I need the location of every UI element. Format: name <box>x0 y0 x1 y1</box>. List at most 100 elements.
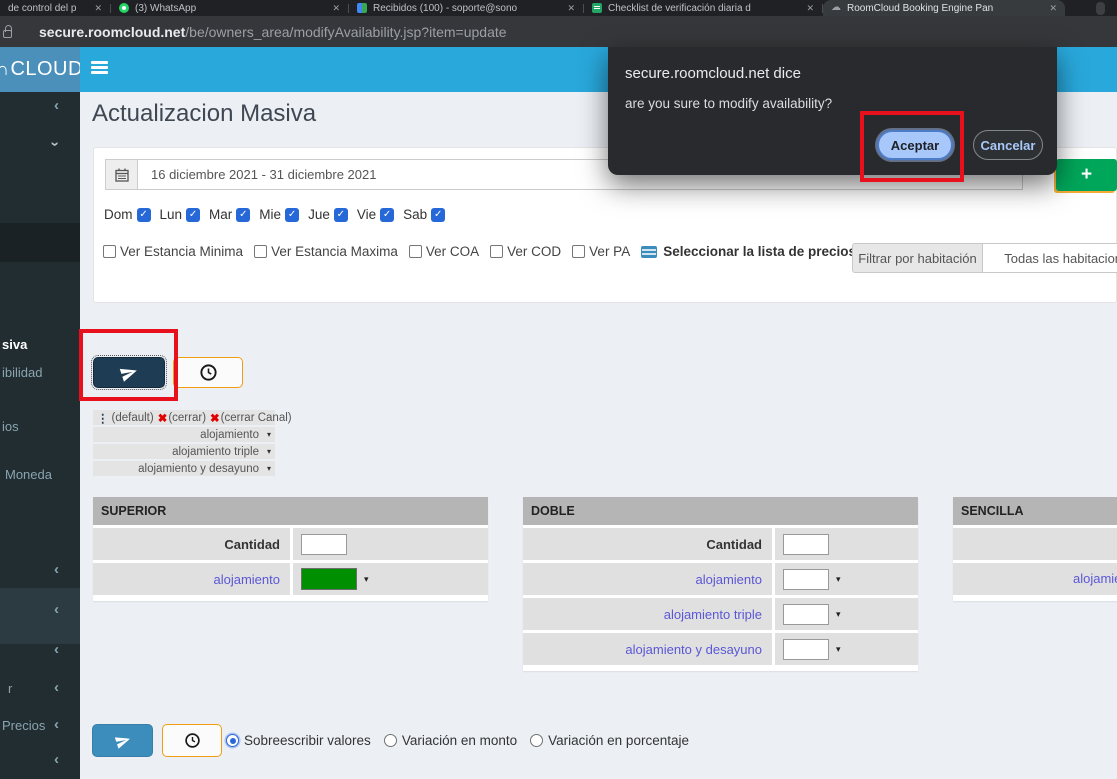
day-checkbox[interactable]: ✓ <box>236 208 250 222</box>
rate-link[interactable]: alojamiento <box>214 572 281 587</box>
browser-url-bar[interactable]: secure.roomcloud.net/be/owners_area/modi… <box>0 16 1117 47</box>
all-rooms-dropdown[interactable]: Todas las habitaciones <box>983 243 1117 273</box>
logo-text: CLOUD <box>10 58 80 81</box>
quantity-input[interactable] <box>783 534 829 555</box>
chevron-left-icon[interactable]: ‹ <box>54 753 59 767</box>
day-checkbox[interactable]: ✓ <box>186 208 200 222</box>
tab-panel-control[interactable]: de control del p ✕ <box>0 0 110 16</box>
option-checkbox[interactable] <box>103 245 116 258</box>
caret-down-icon: ▾ <box>267 430 271 439</box>
url-path: /be/owners_area/modifyAvailability.jsp?i… <box>185 24 506 40</box>
filter-by-room-button[interactable]: Filtrar por habitación <box>852 243 983 273</box>
chevron-left-icon[interactable]: ‹ <box>54 643 59 657</box>
day-label: Dom <box>104 207 133 222</box>
sidebar-submenu-block[interactable] <box>0 588 80 644</box>
quantity-label: Cantidad <box>706 537 762 552</box>
availability-select-green[interactable] <box>301 568 357 590</box>
availability-select[interactable] <box>783 604 829 625</box>
day-checkbox[interactable]: ✓ <box>285 208 299 222</box>
spreadsheet-icon <box>592 3 602 13</box>
rate-link[interactable]: alojamiento y desayuno <box>625 642 762 657</box>
option-checkbox[interactable] <box>409 245 422 258</box>
channel-header-row[interactable]: ⋮ (default) ✖ (cerrar) ✖ (cerrar Canal) <box>93 410 275 425</box>
radio-variation-percent[interactable] <box>530 734 543 747</box>
sidebar-item-r[interactable]: r <box>8 681 12 696</box>
calendar-icon[interactable] <box>105 159 138 190</box>
rate-dropdown-alojamiento[interactable]: alojamiento ▾ <box>93 427 275 442</box>
day-label: Mie <box>259 207 281 222</box>
close-red-x-icon[interactable]: ✖ <box>158 411 168 425</box>
dialog-cancel-button[interactable]: Cancelar <box>973 130 1043 160</box>
caret-down-icon: ▾ <box>364 574 369 585</box>
day-checkbox[interactable]: ✓ <box>137 208 151 222</box>
option-label: Ver COD <box>507 244 561 259</box>
chevron-left-icon[interactable]: ‹ <box>54 99 59 113</box>
rate-link[interactable]: alojamiento triple <box>664 607 762 622</box>
hamburger-menu-icon[interactable] <box>91 61 108 74</box>
sidebar-item-disponibilidad[interactable]: ibilidad <box>2 365 42 380</box>
sidebar-item-actualizacion-masiva[interactable]: siva <box>2 337 27 352</box>
channel-selector: ⋮ (default) ✖ (cerrar) ✖ (cerrar Canal) … <box>93 410 275 478</box>
radio-variation-amount[interactable] <box>384 734 397 747</box>
chevron-left-icon[interactable]: ‹ <box>54 563 59 577</box>
option-label: Ver PA <box>589 244 630 259</box>
value-mode-radio-group: Sobreescribir valores Variación en monto… <box>226 724 702 757</box>
day-checkbox[interactable]: ✓ <box>380 208 394 222</box>
tab-close-icon[interactable]: ✕ <box>1049 3 1057 14</box>
day-checkbox[interactable]: ✓ <box>334 208 348 222</box>
chevron-left-icon[interactable]: ‹ <box>54 718 59 732</box>
chevron-left-icon[interactable]: ‹ <box>54 681 59 695</box>
option-checkbox[interactable] <box>490 245 503 258</box>
close-channel-red-x-icon[interactable]: ✖ <box>210 411 220 425</box>
new-tab-button[interactable] <box>1096 2 1105 15</box>
rate-dropdown-alojamiento-desayuno[interactable]: alojamiento y desayuno ▾ <box>93 461 275 476</box>
availability-select[interactable] <box>783 639 829 660</box>
rate-link[interactable]: alojamiento <box>696 572 763 587</box>
url-text: secure.roomcloud.net/be/owners_area/modi… <box>39 24 507 40</box>
chevron-left-icon[interactable]: ‹ <box>54 603 59 617</box>
screen: de control del p ✕ (3) WhatsApp ✕ Recibi… <box>0 0 1117 779</box>
browser-tab-strip: de control del p ✕ (3) WhatsApp ✕ Recibi… <box>0 0 1117 16</box>
rate-row: alojamiento ▾ <box>523 563 918 595</box>
tab-close-icon[interactable]: ✕ <box>332 3 340 14</box>
room-panel-header: SENCILLA <box>953 497 1117 525</box>
sidebar-item-precios2[interactable]: Precios <box>2 718 45 733</box>
quantity-row: Cantidad <box>523 528 918 560</box>
tab-roomcloud-active[interactable]: ☁ RoomCloud Booking Engine Pan ✕ <box>823 0 1065 16</box>
sidebar-active-section[interactable] <box>0 223 80 262</box>
day-label: Mar <box>209 207 232 222</box>
rate-dropdown-alojamiento-triple[interactable]: alojamiento triple ▾ <box>93 444 275 459</box>
sidebar: ‹ ‹ siva ibilidad ios Moneda ‹ ‹ ‹ r ‹ P… <box>0 92 80 779</box>
schedule-clock-button[interactable] <box>162 724 222 757</box>
radio-overwrite[interactable] <box>226 734 239 747</box>
tab-checklist[interactable]: Checklist de verificación diaria d ✕ <box>584 0 822 16</box>
sidebar-item-moneda[interactable]: Moneda <box>5 467 52 482</box>
tab-inbox[interactable]: Recibidos (100) - soporte@sono ✕ <box>349 0 583 16</box>
option-checkbox[interactable] <box>254 245 267 258</box>
chevron-down-icon[interactable]: ‹ <box>48 142 62 147</box>
update-prices-button[interactable] <box>92 724 153 757</box>
rate-link[interactable]: alojamiento <box>1073 571 1117 586</box>
confirm-dialog: secure.roomcloud.net dice are you sure t… <box>608 47 1057 175</box>
mail-icon <box>357 3 367 13</box>
caret-down-icon: ▾ <box>267 447 271 456</box>
dialog-message: are you sure to modify availability? <box>625 96 832 111</box>
weekday-checkbox-row: Dom✓ Lun✓ Mar✓ Mie✓ Jue✓ Vie✓ Sab✓ <box>104 207 454 222</box>
tab-whatsapp[interactable]: (3) WhatsApp ✕ <box>111 0 348 16</box>
option-label: Ver COA <box>426 244 479 259</box>
tab-close-icon[interactable]: ✕ <box>567 3 575 14</box>
logo-mark: ∩ <box>0 59 9 80</box>
roomcloud-logo: ∩ CLOUD <box>0 47 80 92</box>
tab-close-icon[interactable]: ✕ <box>806 3 814 14</box>
option-checkbox[interactable] <box>572 245 585 258</box>
availability-select[interactable] <box>783 569 829 590</box>
sidebar-item-precios[interactable]: ios <box>2 419 19 434</box>
select-price-list-link[interactable]: Seleccionar la lista de precios <box>641 244 856 259</box>
tab-close-icon[interactable]: ✕ <box>94 3 102 14</box>
day-checkbox[interactable]: ✓ <box>431 208 445 222</box>
schedule-clock-button[interactable] <box>173 357 243 388</box>
rate-row: alojamiento ▾ <box>953 563 1117 595</box>
add-button[interactable]: + <box>1056 159 1117 191</box>
quantity-input[interactable] <box>301 534 347 555</box>
room-panel-header: SUPERIOR <box>93 497 488 525</box>
